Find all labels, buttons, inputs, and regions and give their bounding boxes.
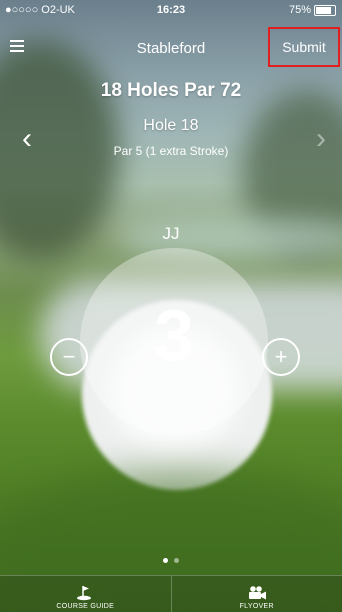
hole-label: Hole 18 (143, 117, 199, 134)
tab-flyover-label: FLYOVER (239, 603, 274, 610)
status-bar: ●○○○○ O2-UK 16:23 75% (0, 0, 342, 20)
previous-hole-chevron-icon[interactable]: ‹ (22, 124, 32, 154)
next-hole-chevron-icon[interactable]: › (316, 124, 326, 154)
video-camera-icon (248, 586, 266, 600)
battery-icon (314, 4, 336, 16)
par-info: Par 5 (1 extra Stroke) (113, 144, 229, 158)
nav-bar: Stableford Submit (0, 27, 342, 68)
battery-percent: 75% (288, 4, 311, 16)
round-title: 18 Holes Par 72 (100, 80, 242, 101)
bottom-tab-bar: COURSE GUIDE FLYOVER (0, 575, 342, 612)
tab-flyover[interactable]: FLYOVER (170, 576, 342, 612)
tab-course-guide[interactable]: COURSE GUIDE (0, 576, 171, 612)
flag-icon (77, 586, 92, 601)
page-dot-1 (163, 558, 168, 563)
score-value: 3 (153, 296, 195, 376)
submit-button[interactable]: Submit (268, 27, 340, 67)
page-dot-2 (174, 558, 179, 563)
page-indicator (0, 558, 342, 563)
tab-course-guide-label: COURSE GUIDE (56, 603, 115, 610)
player-name: JJ (162, 224, 180, 243)
decrease-score-button[interactable]: − (50, 338, 88, 376)
battery-indicator: 75% (289, 4, 336, 16)
increase-score-button[interactable]: + (262, 338, 300, 376)
